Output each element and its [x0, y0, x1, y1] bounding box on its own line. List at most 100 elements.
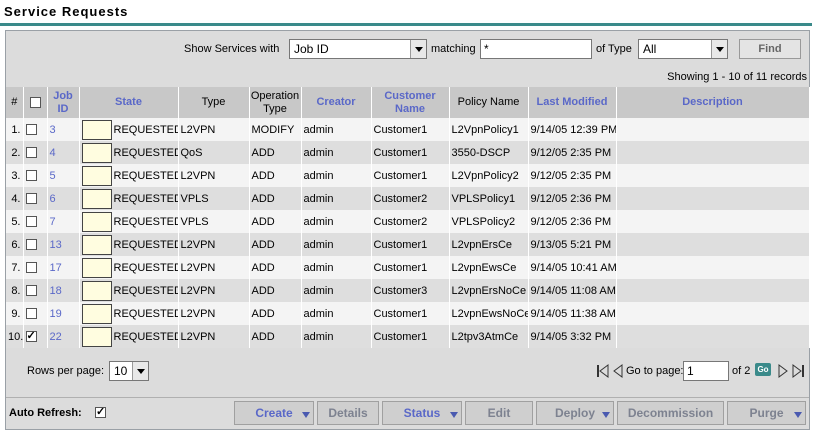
last-page-icon[interactable] [791, 364, 805, 378]
purge-button[interactable]: Purge [727, 401, 806, 425]
chevron-down-icon [602, 412, 610, 418]
operation-type-cell: ADD [249, 302, 302, 325]
previous-page-icon[interactable] [612, 364, 624, 378]
description-cell [616, 118, 810, 141]
chevron-down-icon [794, 412, 802, 418]
details-button[interactable]: Details [317, 401, 379, 425]
job-id-link[interactable]: 6 [50, 193, 56, 205]
type-cell: VPLS [178, 187, 250, 210]
filter-field-value: Job ID [294, 42, 329, 56]
filter-bar: Show Services with Job ID matching * of … [6, 31, 809, 67]
last-modified-cell: 9/12/05 2:36 PM [528, 210, 617, 233]
job-id-link[interactable]: 19 [50, 308, 62, 320]
creator-cell: admin [301, 325, 372, 348]
chevron-down-icon[interactable] [711, 40, 727, 58]
state-cell: REQUESTED [79, 141, 179, 164]
row-checkbox[interactable] [25, 193, 37, 205]
page-number-input[interactable]: 1 [683, 361, 729, 381]
creator-cell: admin [301, 118, 372, 141]
job-id-link[interactable]: 5 [50, 170, 56, 182]
policy-name-cell: L2vpnErsCe [449, 233, 529, 256]
row-checkbox[interactable] [25, 262, 37, 274]
row-checkbox[interactable] [25, 285, 37, 297]
col-header-num: # [6, 87, 24, 118]
deploy-button[interactable]: Deploy [536, 401, 614, 425]
table-row[interactable]: 10. 22 REQUESTEDL2VPNADDadminCustomer1L2tp… [6, 325, 810, 348]
table-row[interactable]: 1. 3 REQUESTED L2VPN MODIFY admin Customer1 L2V… [6, 118, 810, 141]
table-row[interactable]: 3. 5 REQUESTED L2VPN ADD admin Customer1 L2VpnP… [6, 164, 810, 187]
row-number: 7. [6, 256, 24, 279]
select-all-cell [23, 87, 48, 118]
next-page-icon[interactable] [777, 364, 789, 378]
state-text: REQUESTED [113, 146, 178, 159]
state-text: REQUESTED [113, 169, 178, 182]
state-indicator [81, 165, 112, 186]
chevron-down-icon [450, 412, 458, 418]
status-button[interactable]: Status [382, 401, 462, 425]
job-id-cell: 4 [47, 141, 80, 164]
col-header-customer-name[interactable]: Customer Name [371, 87, 450, 118]
table-row[interactable]: 4. 6 REQUESTED VPLS ADD admin Customer2 VPLSPol… [6, 187, 810, 210]
row-number: 6. [6, 233, 24, 256]
state-text: REQUESTED [113, 238, 178, 251]
go-to-page-label: Go to page: [626, 365, 684, 377]
find-button[interactable]: Find [739, 39, 801, 59]
policy-name-cell: L2VpnPolicy2 [449, 164, 529, 187]
col-header-description[interactable]: Description [616, 87, 810, 118]
row-checkbox[interactable] [25, 124, 37, 136]
table-row[interactable]: 6. 13 REQUESTED L2VPN ADD admin Customer1 L2vpn… [6, 233, 810, 256]
table-row[interactable]: 8. 18 REQUESTED L2VPN ADD admin Customer3 L2vpn… [6, 279, 810, 302]
job-id-link[interactable]: 7 [50, 216, 56, 228]
job-id-link[interactable]: 4 [50, 147, 56, 159]
job-id-link[interactable]: 18 [50, 285, 62, 297]
chevron-down-icon[interactable] [410, 40, 426, 58]
first-page-icon[interactable] [596, 364, 610, 378]
last-modified-cell: 9/12/05 2:35 PM [528, 141, 617, 164]
chevron-down-icon[interactable] [132, 362, 148, 380]
edit-button[interactable]: Edit [465, 401, 533, 425]
last-modified-cell: 9/12/05 2:36 PM [528, 187, 617, 210]
state-indicator [81, 326, 112, 347]
state-indicator [81, 303, 112, 324]
row-checkbox[interactable] [25, 147, 37, 159]
type-cell: VPLS [178, 210, 250, 233]
row-checkbox[interactable] [25, 329, 37, 343]
col-header-creator[interactable]: Creator [301, 87, 372, 118]
type-cell: L2VPN [178, 279, 250, 302]
decommission-button[interactable]: Decommission [617, 401, 724, 425]
row-select-cell [23, 118, 48, 141]
auto-refresh-checkbox[interactable] [95, 405, 106, 418]
row-checkbox[interactable] [25, 170, 37, 182]
col-header-last-modified[interactable]: Last Modified [528, 87, 617, 118]
type-select[interactable]: All [638, 39, 728, 59]
matching-input[interactable]: * [480, 39, 592, 59]
title-bar: Service Requests [0, 0, 812, 26]
job-id-link[interactable]: 13 [50, 239, 62, 251]
table-row[interactable]: 2. 4 REQUESTED QoS ADD admin Customer1 3550-DSC… [6, 141, 810, 164]
go-button[interactable]: Go [755, 363, 771, 376]
last-modified-cell: 9/12/05 2:35 PM [528, 164, 617, 187]
create-button[interactable]: Create [234, 401, 314, 425]
col-header-job-id[interactable]: Job ID [47, 87, 80, 118]
row-checkbox[interactable] [25, 216, 37, 228]
type-cell: L2VPN [178, 256, 250, 279]
description-cell [616, 141, 810, 164]
rows-per-page-value: 10 [114, 364, 128, 378]
rows-per-page-select[interactable]: 10 [109, 361, 149, 381]
type-cell: QoS [178, 141, 250, 164]
state-cell: REQUESTED [79, 164, 179, 187]
row-checkbox[interactable] [25, 308, 37, 320]
row-checkbox[interactable] [25, 239, 37, 251]
table-row[interactable]: 7. 17 REQUESTED L2VPN ADD admin Customer1 L2vpn… [6, 256, 810, 279]
table-row[interactable]: 9. 19 REQUESTED L2VPN ADD admin Customer1 L2vpn… [6, 302, 810, 325]
state-text: REQUESTED [113, 330, 178, 343]
job-id-link[interactable]: 22 [50, 331, 62, 343]
policy-name-cell: VPLSPolicy1 [449, 187, 529, 210]
select-all-checkbox[interactable] [29, 96, 41, 108]
table-row[interactable]: 5. 7 REQUESTED VPLS ADD admin Customer2 VPLSPol… [6, 210, 810, 233]
creator-cell: admin [301, 141, 372, 164]
filter-field-select[interactable]: Job ID [289, 39, 427, 59]
job-id-link[interactable]: 3 [50, 124, 56, 136]
job-id-link[interactable]: 17 [50, 262, 62, 274]
col-header-state[interactable]: State [79, 87, 179, 118]
